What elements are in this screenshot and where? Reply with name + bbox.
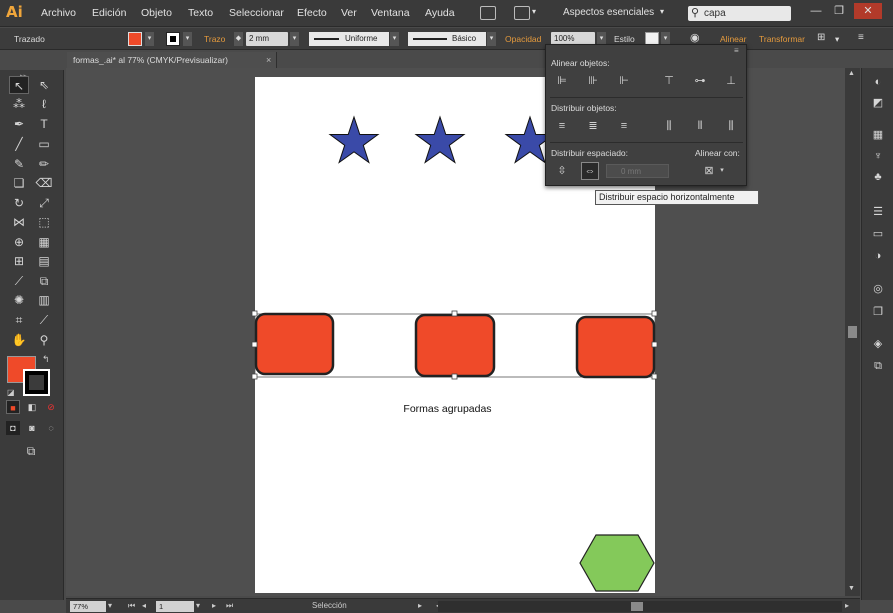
first-artboard-icon[interactable]: ⏮: [128, 601, 135, 611]
distribute-top-icon[interactable]: ≡: [554, 118, 570, 134]
color-panel-icon[interactable]: ◐: [870, 74, 886, 90]
distribute-vertical-space-icon[interactable]: ⇳: [554, 163, 570, 179]
align-to-dropdown-icon[interactable]: ▾: [714, 163, 730, 179]
align-panel: ≡ Alinear objetos: ⊫ ⊪ ⊩ ⊤ ⊶ ⊥ Distribui…: [545, 44, 747, 186]
layers-panel-icon[interactable]: ◈: [870, 336, 886, 352]
align-bottom-icon[interactable]: ⊥: [723, 73, 739, 89]
horizontal-scroll-thumb[interactable]: [631, 602, 643, 611]
graphic-styles-panel-icon[interactable]: ❐: [870, 304, 886, 320]
distribute-left-icon[interactable]: ⫼: [661, 118, 677, 134]
align-top-icon[interactable]: ⊤: [661, 73, 677, 89]
distribute-vertical-center-icon[interactable]: ≣: [585, 118, 601, 134]
hexagon-shape[interactable]: [579, 534, 655, 592]
panel-menu-icon[interactable]: ≡: [734, 46, 739, 55]
tooltip: Distribuir espacio horizontalmente: [595, 190, 759, 205]
distribute-bottom-icon[interactable]: ≡: [616, 118, 632, 134]
vertical-scrollbar[interactable]: ▲ ▼: [845, 68, 860, 596]
rounded-square-shape[interactable]: [414, 313, 496, 378]
rounded-square-shape[interactable]: [254, 312, 335, 376]
status-menu-icon[interactable]: ▸: [418, 601, 422, 610]
transparency-panel-icon[interactable]: ◑: [870, 248, 886, 264]
zoom-field[interactable]: 77%: [70, 601, 106, 612]
scroll-down-icon[interactable]: ▼: [848, 585, 855, 592]
artboard-caption: Formas agrupadas: [403, 403, 492, 415]
appearance-panel-icon[interactable]: ◎: [870, 281, 886, 297]
artboard-dropdown-icon[interactable]: ▾: [196, 601, 200, 610]
align-vertical-center-icon[interactable]: ⊶: [692, 73, 708, 89]
artboards-panel-icon[interactable]: ⧉: [870, 358, 886, 374]
distribute-horizontal-space-icon[interactable]: ⇔: [581, 162, 599, 180]
align-objects-heading: Alinear objetos:: [551, 58, 610, 68]
distribute-objects-heading: Distribuir objetos:: [551, 103, 617, 113]
vertical-scroll-thumb[interactable]: [848, 326, 857, 338]
align-right-icon[interactable]: ⊩: [616, 73, 632, 89]
star-shape[interactable]: [328, 115, 380, 164]
horizontal-scrollbar[interactable]: [438, 601, 842, 612]
spacing-value-field[interactable]: 0 mm: [606, 164, 669, 178]
last-artboard-icon[interactable]: ⏭: [226, 601, 233, 611]
align-left-icon[interactable]: ⊫: [554, 73, 570, 89]
next-artboard-icon[interactable]: ▸: [212, 601, 216, 610]
previous-artboard-icon[interactable]: ◂: [142, 601, 146, 610]
panel-dock: ◐ ◩ ▦ ♆ ♣ ☰ ▭ ◑ ◎ ❐ ◈ ⧉: [861, 68, 893, 600]
distribute-spacing-heading: Distribuir espaciado:: [551, 148, 629, 158]
star-shape[interactable]: [414, 115, 466, 164]
stroke-panel-icon[interactable]: ☰: [870, 204, 886, 220]
status-bar: 77% ▾ ⏮ ◂ 1 ▾ ▸ ⏭ Selección ▸ ◂ ▸: [66, 598, 860, 613]
current-tool-label: Selección: [312, 601, 347, 610]
gradient-panel-icon[interactable]: ▭: [870, 226, 886, 242]
zoom-dropdown-icon[interactable]: ▾: [108, 601, 112, 610]
artboard-number-field[interactable]: 1: [156, 601, 194, 612]
artwork-layer: [251, 115, 658, 592]
scroll-up-icon[interactable]: ▲: [848, 70, 855, 77]
distribute-right-icon[interactable]: ⫼: [723, 118, 739, 134]
rounded-square-shape[interactable]: [575, 315, 656, 379]
brushes-panel-icon[interactable]: ♆: [870, 148, 886, 164]
swatches-panel-icon[interactable]: ▦: [870, 127, 886, 143]
scroll-right-icon[interactable]: ▸: [845, 601, 849, 610]
color-guide-icon[interactable]: ◩: [870, 95, 886, 111]
align-horizontal-center-icon[interactable]: ⊪: [585, 73, 601, 89]
align-to-heading: Alinear con:: [695, 148, 740, 158]
distribute-horizontal-center-icon[interactable]: ⫴: [692, 118, 708, 134]
symbols-panel-icon[interactable]: ♣: [870, 169, 886, 185]
